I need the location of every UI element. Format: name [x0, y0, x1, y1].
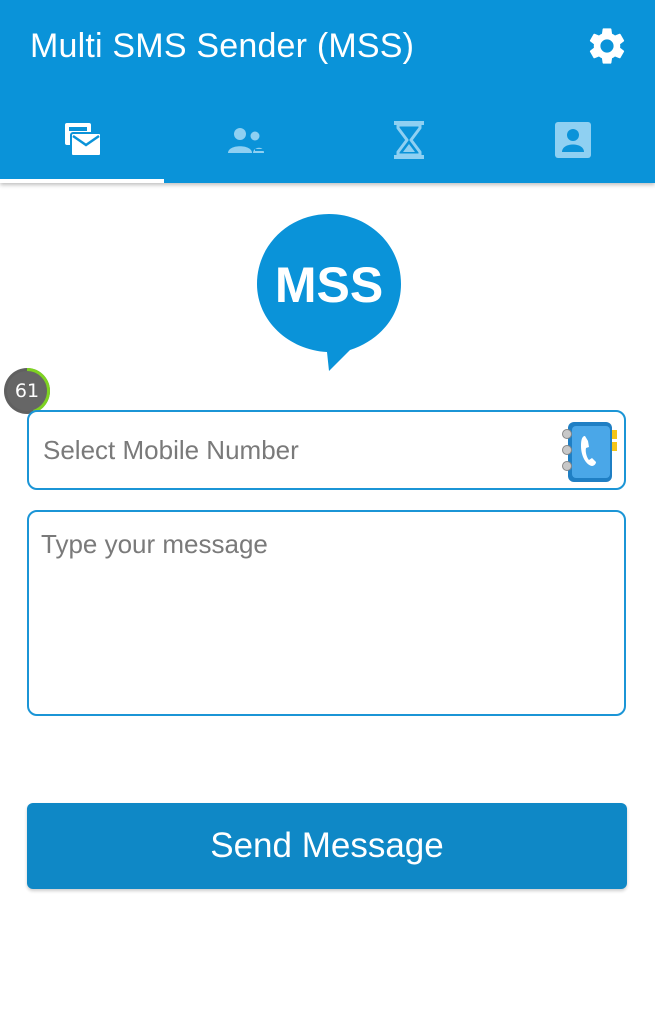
sms-counter-badge: 61	[2, 366, 52, 416]
mss-logo: MSS	[257, 214, 401, 371]
gear-icon	[589, 28, 625, 64]
app-screen: Multi SMS Sender (MSS) MSS 61 Select Mob…	[0, 0, 655, 1024]
app-title: Multi SMS Sender (MSS)	[30, 27, 415, 65]
counter-value: 61	[14, 380, 40, 402]
tab-groups[interactable]	[164, 96, 328, 183]
mobile-number-input[interactable]	[43, 412, 543, 488]
message-input[interactable]	[41, 528, 611, 704]
mail-stack-icon	[64, 122, 102, 157]
mobile-number-field	[27, 410, 626, 490]
logo-text: MSS	[275, 257, 383, 313]
tab-compose[interactable]	[0, 96, 164, 183]
hourglass-icon	[394, 120, 425, 159]
people-icon	[227, 127, 264, 153]
contact-card-icon	[555, 121, 592, 158]
send-message-button[interactable]: Send Message	[27, 803, 627, 889]
tab-contacts[interactable]	[491, 96, 655, 183]
app-bar: Multi SMS Sender (MSS)	[0, 0, 655, 183]
tab-bar	[0, 96, 655, 183]
phone-book-icon[interactable]	[558, 418, 620, 484]
message-field	[27, 510, 626, 716]
tab-scheduled[interactable]	[328, 96, 492, 183]
settings-button[interactable]	[583, 22, 631, 70]
selected-tab-indicator	[0, 179, 164, 183]
